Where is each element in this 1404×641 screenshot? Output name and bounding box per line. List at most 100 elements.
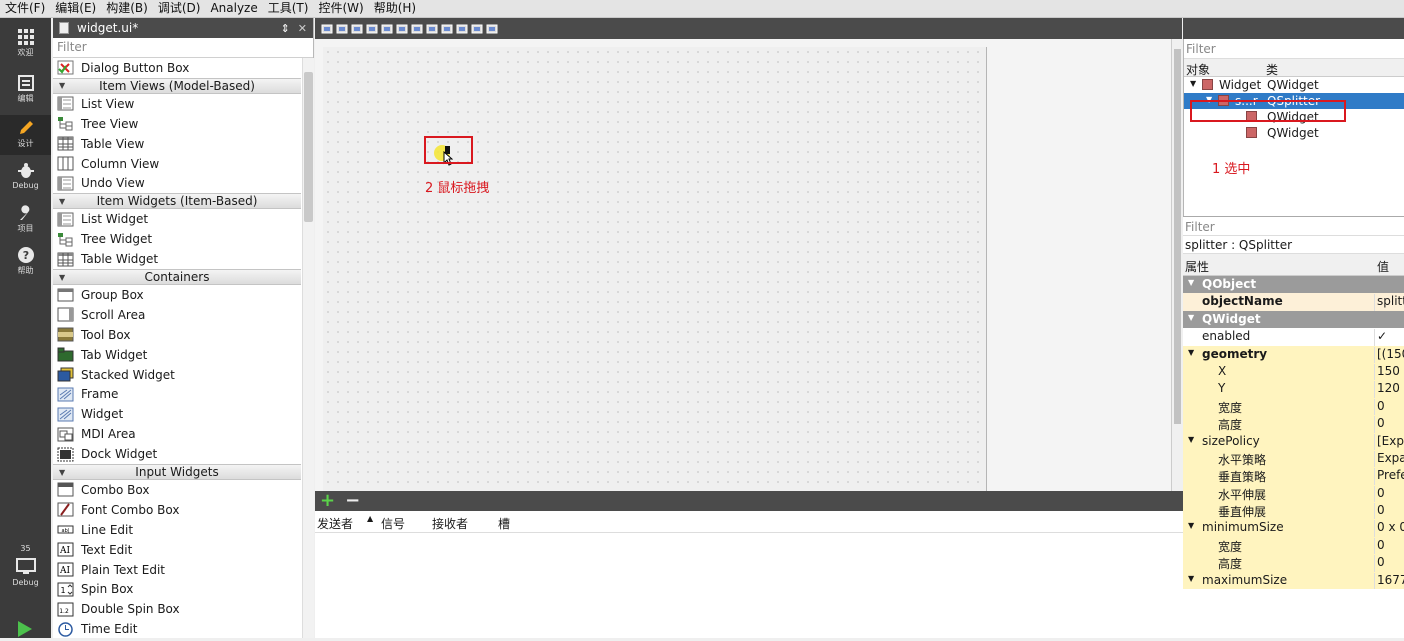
property-row-QObject[interactable]: ▼ QObject [1183,276,1404,294]
column-object[interactable]: 对象 [1186,61,1210,78]
column-slot[interactable]: 槽 [498,515,510,532]
category-input-widgets[interactable]: ▼ Input Widgets [53,464,301,481]
widget-item-font-combo-box[interactable]: Font Combo Box [53,500,301,520]
column-signal[interactable]: 信号 [381,515,405,532]
widget-item-table-view[interactable]: Table View [53,134,301,154]
menu-item-7[interactable]: 帮助(H) [369,0,421,17]
scrollbar-thumb[interactable] [304,72,313,222]
scrollbar-thumb[interactable] [1174,49,1181,424]
property-value[interactable]: Expa [1377,451,1404,465]
column-receiver[interactable]: 接收者 [432,515,468,532]
widget-item-mdi-area[interactable]: MDI Area [53,424,301,444]
widget-item-tool-box[interactable]: Tool Box [53,325,301,345]
widget-item-combo-box[interactable]: Combo Box [53,480,301,500]
layout-grid-icon[interactable] [441,23,453,35]
widget-item-dock-widget[interactable]: Dock Widget [53,444,301,464]
widget-item-double-spin-box[interactable]: 1.2 Double Spin Box [53,599,301,619]
widget-item-plain-text-edit[interactable]: AI Plain Text Edit [53,560,301,580]
mode-debug[interactable]: Debug [0,158,51,198]
property-row-maximumSize[interactable]: ▼ maximumSize 1677 [1183,571,1404,590]
widget-item-tab-widget[interactable]: Tab Widget [53,345,301,365]
column-sender[interactable]: 发送者 [317,515,353,532]
menu-item-1[interactable]: 编辑(E) [50,0,101,17]
edit-widgets-icon[interactable] [321,23,333,35]
mode-项目[interactable]: 项目 [0,200,51,240]
break-layout-icon[interactable] [471,23,483,35]
property-row-垂直伸展[interactable]: 垂直伸展 0 [1183,502,1404,520]
adjust-size-icon[interactable] [486,23,498,35]
category-item-widgets-item-based-[interactable]: ▼ Item Widgets (Item-Based) [53,193,301,210]
property-value[interactable]: [Expa [1377,434,1404,448]
object-row[interactable]: ▼ Widget QWidget [1184,77,1404,93]
property-value[interactable]: Prefe [1377,468,1404,482]
property-row-高度[interactable]: 高度 0 [1183,554,1404,572]
property-value[interactable]: [(150 [1377,347,1404,361]
widget-item-scroll-area[interactable]: Scroll Area [53,305,301,325]
widget-item-frame[interactable]: Frame [53,384,301,404]
property-value[interactable]: 0 [1377,486,1385,500]
mode-设计[interactable]: 设计 [0,115,51,155]
canvas-scrollbar[interactable] [1171,39,1183,491]
layout-vertical-icon[interactable] [396,23,408,35]
column-value[interactable]: 值 [1377,258,1389,275]
widget-item-table-widget[interactable]: Table Widget [53,249,301,269]
widget-item-tree-view[interactable]: Tree View [53,114,301,134]
layout-form-icon[interactable] [456,23,468,35]
widget-filter-input[interactable]: Filter [53,38,313,58]
mode-编辑[interactable]: 编辑 [0,70,51,110]
layout-horizontal-icon[interactable] [381,23,393,35]
widget-item-time-edit[interactable]: Time Edit [53,619,301,638]
file-tab[interactable]: widget.ui* ⇕ ✕ [53,18,313,38]
widget-item-text-edit[interactable]: AI Text Edit [53,540,301,560]
layout-v-splitter-icon[interactable] [426,23,438,35]
property-value[interactable]: 1677 [1377,573,1404,587]
category-item-views-model-based-[interactable]: ▼ Item Views (Model-Based) [53,77,301,94]
widget-item-dialog-button-box[interactable]: Dialog Button Box [53,58,301,78]
property-row-X[interactable]: X 150 [1183,362,1404,381]
object-filter-input[interactable]: Filter [1184,39,1404,59]
widget-item-undo-view[interactable]: Undo View [53,173,301,193]
widget-item-spin-box[interactable]: 1 Spin Box [53,579,301,599]
property-row-Y[interactable]: Y 120 [1183,380,1404,398]
widget-item-group-box[interactable]: Group Box [53,285,301,305]
property-value[interactable]: 0 [1377,555,1385,569]
property-filter-input[interactable]: Filter [1183,216,1404,236]
widget-item-widget[interactable]: Widget [53,404,301,424]
property-value[interactable]: 0 x 0 [1377,520,1404,534]
property-value[interactable]: ✓ [1377,329,1387,343]
property-row-geometry[interactable]: ▼ geometry [(150 [1183,345,1404,363]
form-widget[interactable] [323,47,987,491]
property-value[interactable]: 0 [1377,538,1385,552]
property-row-垂直策略[interactable]: 垂直策略 Prefe [1183,467,1404,485]
close-icon[interactable]: ✕ [298,22,307,35]
property-row-QWidget[interactable]: ▼ QWidget [1183,310,1404,329]
widget-item-tree-widget[interactable]: Tree Widget [53,229,301,249]
add-connection-button[interactable]: + [320,492,335,510]
property-row-水平策略[interactable]: 水平策略 Expa [1183,449,1404,468]
property-value[interactable]: splitt [1377,294,1404,308]
property-row-宽度[interactable]: 宽度 0 [1183,397,1404,416]
mode-帮助[interactable]: ? 帮助 [0,242,51,282]
edit-buddies-icon[interactable] [351,23,363,35]
mode-欢迎[interactable]: 欢迎 [0,24,51,64]
property-value[interactable]: 120 [1377,381,1400,395]
column-property[interactable]: 属性 [1185,258,1209,275]
widget-item-column-view[interactable]: Column View [53,154,301,174]
object-row[interactable]: QWidget [1184,125,1404,141]
widget-item-stacked-widget[interactable]: Stacked Widget [53,365,301,385]
property-value[interactable]: 0 [1377,416,1385,430]
widget-item-line-edit[interactable]: ab| Line Edit [53,520,301,540]
menu-item-3[interactable]: 调试(D) [153,0,206,17]
property-row-高度[interactable]: 高度 0 [1183,415,1404,433]
property-value[interactable]: 0 [1377,503,1385,517]
widget-list-scrollbar[interactable] [302,58,314,638]
menu-item-0[interactable]: 文件(F) [0,0,50,17]
column-class[interactable]: 类 [1266,61,1278,78]
tab-split-icon[interactable]: ⇕ [281,22,290,35]
category-containers[interactable]: ▼ Containers [53,269,301,286]
property-row-水平伸展[interactable]: 水平伸展 0 [1183,484,1404,503]
remove-connection-button[interactable]: − [345,492,360,510]
property-row-宽度[interactable]: 宽度 0 [1183,536,1404,555]
widget-item-list-widget[interactable]: List Widget [53,209,301,229]
menu-item-6[interactable]: 控件(W) [313,0,368,17]
